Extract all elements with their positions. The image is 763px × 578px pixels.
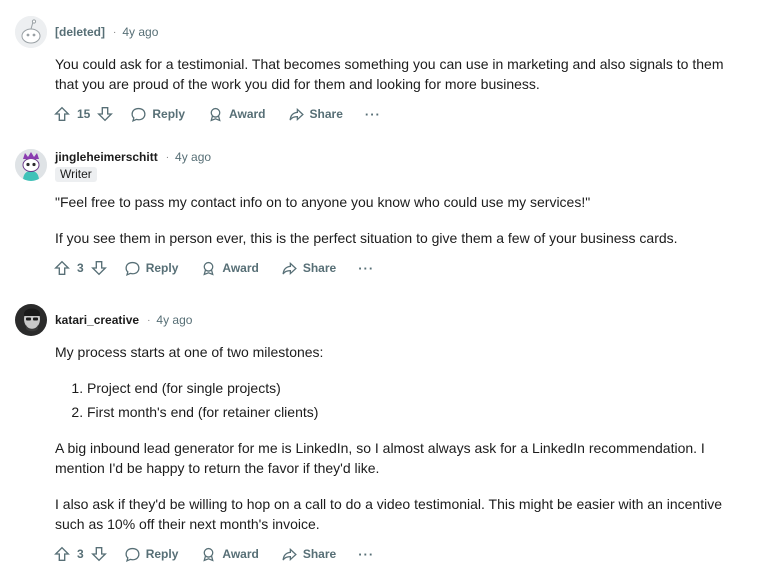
downvote-icon[interactable] xyxy=(90,259,108,277)
share-button[interactable]: Share xyxy=(288,106,343,123)
comment-meta: katari_creative · 4y ago xyxy=(55,311,192,329)
award-button[interactable]: Award xyxy=(207,106,266,123)
comment-meta: [deleted] · 4y ago xyxy=(55,23,158,41)
reply-label: Reply xyxy=(145,261,179,275)
comment-body: I also ask if they'd be willing to hop o… xyxy=(55,494,735,534)
ordered-list: Project end (for single projects) First … xyxy=(55,376,735,424)
upvote-icon[interactable] xyxy=(53,105,71,123)
share-button[interactable]: Share xyxy=(281,546,336,563)
comment-list: Project end (for single projects) First … xyxy=(55,376,735,424)
comment-meta: jingleheimerschitt · 4y ago xyxy=(55,148,211,166)
downvote-icon[interactable] xyxy=(96,105,114,123)
comment-paragraph: I also ask if they'd be willing to hop o… xyxy=(55,496,723,532)
vote-controls: 3 xyxy=(53,259,108,277)
comment-body: My process starts at one of two mileston… xyxy=(55,342,735,362)
vote-controls: 15 xyxy=(53,105,114,123)
comment-paragraph: My process starts at one of two mileston… xyxy=(55,344,324,360)
comment-paragraph: A big inbound lead generator for me is L… xyxy=(55,440,705,476)
share-icon xyxy=(282,261,297,275)
separator-dot: · xyxy=(113,26,117,38)
share-label: Share xyxy=(309,107,343,121)
vote-score: 3 xyxy=(77,547,84,561)
comment-paragraph: "Feel free to pass my contact info on to… xyxy=(55,194,591,210)
separator-dot: · xyxy=(165,151,170,163)
avatar[interactable] xyxy=(15,304,47,336)
reply-button[interactable]: Reply xyxy=(130,106,185,123)
comment-body: A big inbound lead generator for me is L… xyxy=(55,438,735,478)
comment-body: If you see them in person ever, this is … xyxy=(55,228,735,248)
reply-label: Reply xyxy=(152,107,186,121)
comment-body: You could ask for a testimonial. That be… xyxy=(55,54,735,94)
comment-actions: 15 Reply Award Share ··· xyxy=(53,102,381,126)
award-button[interactable]: Award xyxy=(200,260,259,277)
more-options-button[interactable]: ··· xyxy=(358,261,374,276)
reply-icon xyxy=(131,107,146,122)
award-label: Award xyxy=(222,547,259,561)
award-label: Award xyxy=(229,107,266,121)
user-photo-avatar-icon xyxy=(15,304,47,336)
comment-paragraph: If you see them in person ever, this is … xyxy=(55,230,678,246)
separator-dot: · xyxy=(147,314,151,326)
reply-label: Reply xyxy=(145,547,179,561)
author-name[interactable]: katari_creative xyxy=(55,313,139,327)
comment-actions: 3 Reply Award Share ··· xyxy=(53,542,374,566)
reply-icon xyxy=(125,547,140,562)
award-icon xyxy=(210,107,221,122)
share-icon xyxy=(282,547,297,561)
avatar[interactable] xyxy=(15,16,47,48)
award-icon xyxy=(203,547,215,562)
share-button[interactable]: Share xyxy=(281,260,336,277)
more-options-button[interactable]: ··· xyxy=(365,107,381,122)
author-name[interactable]: [deleted] xyxy=(55,25,105,39)
more-options-button[interactable]: ··· xyxy=(358,547,374,562)
comment-body: "Feel free to pass my contact info on to… xyxy=(55,192,735,212)
award-icon xyxy=(203,261,215,276)
user-flair: Writer xyxy=(55,167,97,182)
award-button[interactable]: Award xyxy=(200,546,259,563)
comment-paragraph: You could ask for a testimonial. That be… xyxy=(55,56,724,92)
vote-controls: 3 xyxy=(53,545,108,563)
avatar[interactable] xyxy=(15,149,47,181)
list-item: Project end (for single projects) xyxy=(87,376,735,400)
comment-age[interactable]: 4y ago xyxy=(175,150,211,164)
award-label: Award xyxy=(222,261,259,275)
reply-button[interactable]: Reply xyxy=(124,260,179,277)
snoo-avatar-icon xyxy=(15,16,47,48)
downvote-icon[interactable] xyxy=(90,545,108,563)
comment-age[interactable]: 4y ago xyxy=(156,313,192,327)
reply-button[interactable]: Reply xyxy=(124,546,179,563)
share-icon xyxy=(289,107,304,121)
upvote-icon[interactable] xyxy=(53,259,71,277)
vote-score: 15 xyxy=(77,107,91,121)
upvote-icon[interactable] xyxy=(53,545,71,563)
share-label: Share xyxy=(302,261,337,275)
vote-score: 3 xyxy=(77,261,84,275)
comment-age[interactable]: 4y ago xyxy=(122,25,158,39)
comment-actions: 3 Reply Award Share ··· xyxy=(53,256,374,280)
reply-icon xyxy=(125,261,140,276)
share-label: Share xyxy=(302,547,337,561)
author-name[interactable]: jingleheimerschitt xyxy=(55,150,158,164)
list-item: First month's end (for retainer clients) xyxy=(87,400,735,424)
snoo-avatar-icon xyxy=(15,149,47,181)
